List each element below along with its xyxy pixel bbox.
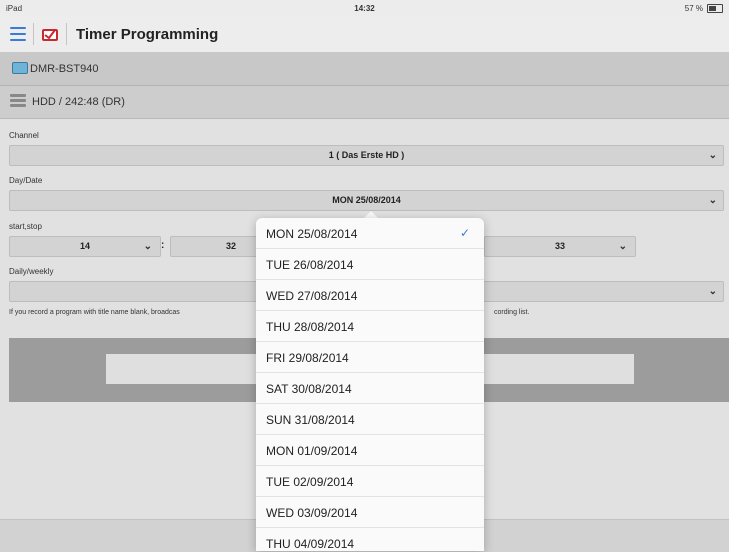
time-label: start,stop [9, 222, 42, 231]
date-option[interactable]: THU 28/08/2014 [256, 311, 484, 342]
tv-icon [12, 62, 28, 74]
time-separator: : [161, 240, 165, 251]
hdd-icon [10, 94, 26, 108]
date-option[interactable]: TUE 26/08/2014 [256, 249, 484, 280]
chevron-down-icon: ⌄ [708, 286, 717, 297]
date-option[interactable]: FRI 29/08/2014 [256, 342, 484, 373]
chevron-down-icon: ⌄ [708, 150, 717, 161]
channel-value: 1 ( Das Erste HD ) [328, 150, 405, 160]
stop-minute-value: 33 [554, 241, 565, 251]
start-hour-select[interactable]: 14 ⌄ [9, 236, 161, 257]
chevron-down-icon: ⌄ [143, 241, 152, 252]
date-option[interactable]: THU 04/09/2014 [256, 528, 484, 551]
page-title: Timer Programming [76, 26, 219, 43]
date-option[interactable]: TUE 02/09/2014 [256, 466, 484, 497]
date-option[interactable]: MON 25/08/2014 ✓ [256, 218, 484, 249]
nav-divider [66, 23, 67, 45]
date-label: Day/Date [9, 176, 43, 185]
battery-icon [707, 4, 723, 13]
start-minute-value: 32 [225, 241, 236, 251]
battery-percent: 57 % [684, 4, 703, 13]
status-bar: iPad 14:32 57 % [0, 0, 729, 16]
nav-bar: Timer Programming [0, 16, 729, 53]
nav-divider [33, 23, 34, 45]
channel-select[interactable]: 1 ( Das Erste HD ) ⌄ [9, 145, 724, 166]
date-select[interactable]: MON 25/08/2014 ⌄ [9, 190, 724, 211]
stop-minute-select[interactable]: 33 ⌄ [484, 236, 636, 257]
info-note-end: cording list. [494, 309, 530, 316]
start-hour-value: 14 [79, 241, 90, 251]
date-option[interactable]: SUN 31/08/2014 [256, 404, 484, 435]
date-option[interactable]: WED 03/09/2014 [256, 497, 484, 528]
device-row[interactable]: DMR-BST940 [0, 53, 729, 86]
device-name: DMR-BST940 [30, 63, 99, 75]
date-picker-popover: MON 25/08/2014 ✓ TUE 26/08/2014 WED 27/0… [256, 218, 484, 551]
channel-label: Channel [9, 131, 39, 140]
chevron-down-icon: ⌄ [708, 195, 717, 206]
date-option[interactable]: WED 27/08/2014 [256, 280, 484, 311]
timer-app-icon [42, 29, 58, 41]
menu-icon[interactable] [10, 27, 26, 41]
date-option[interactable]: SAT 30/08/2014 [256, 373, 484, 404]
storage-row[interactable]: HDD / 242:48 (DR) [0, 86, 729, 119]
info-note: If you record a program with title name … [9, 309, 180, 316]
checkmark-icon: ✓ [459, 226, 470, 240]
date-value: MON 25/08/2014 [332, 195, 401, 205]
repeat-label: Daily/weekly [9, 267, 54, 276]
chevron-down-icon: ⌄ [618, 241, 627, 252]
storage-label: HDD / 242:48 (DR) [32, 96, 125, 108]
clock: 14:32 [354, 4, 375, 13]
date-option[interactable]: MON 01/09/2014 [256, 435, 484, 466]
